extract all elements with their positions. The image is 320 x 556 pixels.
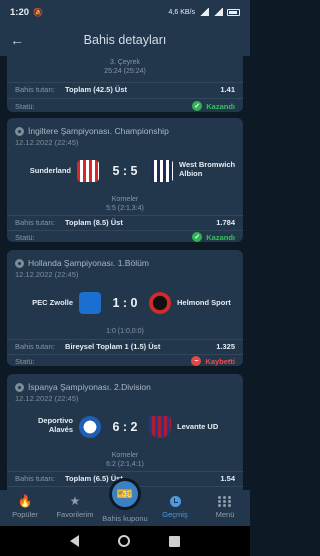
status-badge: ✓ Kazandı <box>192 232 235 242</box>
match-date: 12.12.2022 (22:45) <box>15 270 79 279</box>
league-name: İngiltere Şampiyonası. Championship <box>7 118 243 136</box>
page-title: Bahis detayları <box>83 33 167 47</box>
bet-odds: 1.325 <box>216 342 235 351</box>
divider <box>7 230 243 231</box>
home-team: Deportivo Alavés <box>37 416 73 434</box>
helmond-sport-logo-icon <box>149 292 171 314</box>
match-periods: 1:0 (1:0,0:0) <box>106 328 144 335</box>
divider <box>7 82 243 83</box>
pec-zwolle-logo-icon <box>79 292 101 314</box>
status-badge: − Kaybetti <box>191 356 235 366</box>
system-nav-bar <box>0 526 250 556</box>
star-icon: ★ <box>69 494 81 508</box>
signal-icon <box>199 8 209 16</box>
status-row: Statü: − Kaybetti <box>15 356 235 366</box>
divider <box>7 215 243 216</box>
league-name: İspanya Şampiyonası. 2.Division <box>7 374 243 392</box>
away-team: Helmond Sport <box>177 298 231 307</box>
bet-odds: 1.41 <box>220 85 235 94</box>
sunderland-logo-icon <box>77 160 99 182</box>
bet-card: 3. Çeyrek 25:24 (25:24) Bahis tutarı: To… <box>7 56 243 112</box>
nav-popular[interactable]: 🔥 Popüler <box>0 494 50 519</box>
bottom-nav: 🔥 Popüler ★ Favorilerim 🎫 Bahis kuponu G… <box>0 478 250 526</box>
home-team: PEC Zwolle <box>32 298 73 307</box>
minus-icon: − <box>191 356 202 366</box>
bet-odds: 1.784 <box>216 218 235 227</box>
divider <box>7 354 243 355</box>
check-icon: ✓ <box>192 101 203 111</box>
bet-card[interactable]: İngiltere Şampiyonası. Championship 12.1… <box>7 118 243 242</box>
app-bar: ← Bahis detayları <box>0 24 250 56</box>
match-score: 1 : 0 <box>112 296 138 310</box>
bet-amount-row: Bahis tutarı: Toplam (42.5) Üst 1.41 <box>15 85 235 94</box>
levante-logo-icon <box>149 416 171 438</box>
sport-icon <box>15 258 24 268</box>
nav-coupon-label[interactable]: Bahis kuponu <box>95 514 155 523</box>
bet-amount-row: Bahis tutarı: Bireysel Toplam 1 (1.5) Üs… <box>15 342 235 351</box>
bet-odds: 1.54 <box>220 474 235 483</box>
match-row: Sunderland 5 : 5 West Bromwich Albion <box>7 154 243 188</box>
away-team: Levante UD <box>177 422 219 431</box>
match-date: 12.12.2022 (22:45) <box>15 138 79 147</box>
bet-card[interactable]: Hollanda Şampiyonası. 1.Bölüm 12.12.2022… <box>7 250 243 366</box>
match-row: Deportivo Alavés 6 : 2 Levante UD <box>7 410 243 444</box>
divider <box>7 339 243 340</box>
notification-off-icon: 🔕 <box>33 7 43 17</box>
bet-selection: Toplam (8.5) Üst <box>65 218 123 227</box>
match-score: 6 : 2 <box>112 420 138 434</box>
away-team: West Bromwich Albion <box>179 160 236 178</box>
system-recents-icon[interactable] <box>169 535 181 547</box>
match-periods: Korneler 6:2 (2:1,4:1) <box>106 452 144 468</box>
wba-logo-icon <box>151 160 173 182</box>
bet-slip-button[interactable]: 🎫 <box>109 478 141 510</box>
flame-icon: 🔥 <box>17 494 33 508</box>
sport-icon <box>15 382 24 392</box>
back-arrow-icon[interactable]: ← <box>10 32 24 48</box>
alaves-logo-icon <box>79 416 101 438</box>
nav-history[interactable]: Geçmiş <box>150 494 200 519</box>
bet-selection: Toplam (42.5) Üst <box>65 85 127 94</box>
league-name: Hollanda Şampiyonası. 1.Bölüm <box>7 250 243 268</box>
battery-icon <box>227 8 240 16</box>
match-date: 12.12.2022 (22:45) <box>15 394 79 403</box>
bet-list[interactable]: 3. Çeyrek 25:24 (25:24) Bahis tutarı: To… <box>0 56 250 490</box>
divider <box>7 98 243 99</box>
match-row: PEC Zwolle 1 : 0 Helmond Sport <box>7 286 243 320</box>
match-periods: Korneler 5:5 (2:1,3:4) <box>106 196 144 212</box>
status-icons: 4,6 KB/s <box>169 8 240 16</box>
status-badge: ✓ Kazandı <box>192 101 235 111</box>
network-speed: 4,6 KB/s <box>168 8 195 16</box>
status-row: Statü: ✓ Kazandı <box>15 232 235 242</box>
ticket-icon: 🎫 <box>116 486 134 501</box>
status-bar: 1:20 🔕 4,6 KB/s <box>0 0 250 24</box>
status-time: 1:20 <box>10 6 30 18</box>
system-back-icon[interactable] <box>69 535 79 547</box>
history-icon <box>169 496 181 508</box>
status-row: Statü: ✓ Kazandı <box>15 101 235 111</box>
match-score: 5 : 5 <box>112 164 138 178</box>
wifi-icon <box>213 8 223 16</box>
sport-icon <box>15 126 24 136</box>
home-team: Sunderland <box>29 166 71 175</box>
bet-card[interactable]: İspanya Şampiyonası. 2.Division 12.12.20… <box>7 374 243 490</box>
system-home-icon[interactable] <box>117 535 130 547</box>
match-periods: 3. Çeyrek 25:24 (25:24) <box>104 59 146 75</box>
nav-favorites[interactable]: ★ Favorilerim <box>50 494 100 519</box>
check-icon: ✓ <box>192 232 203 242</box>
grid-menu-icon <box>218 496 232 508</box>
nav-menu[interactable]: Menü <box>200 494 250 519</box>
divider <box>7 471 243 472</box>
bet-selection: Bireysel Toplam 1 (1.5) Üst <box>65 342 161 351</box>
bet-amount-row: Bahis tutarı: Toplam (8.5) Üst 1.784 <box>15 218 235 227</box>
